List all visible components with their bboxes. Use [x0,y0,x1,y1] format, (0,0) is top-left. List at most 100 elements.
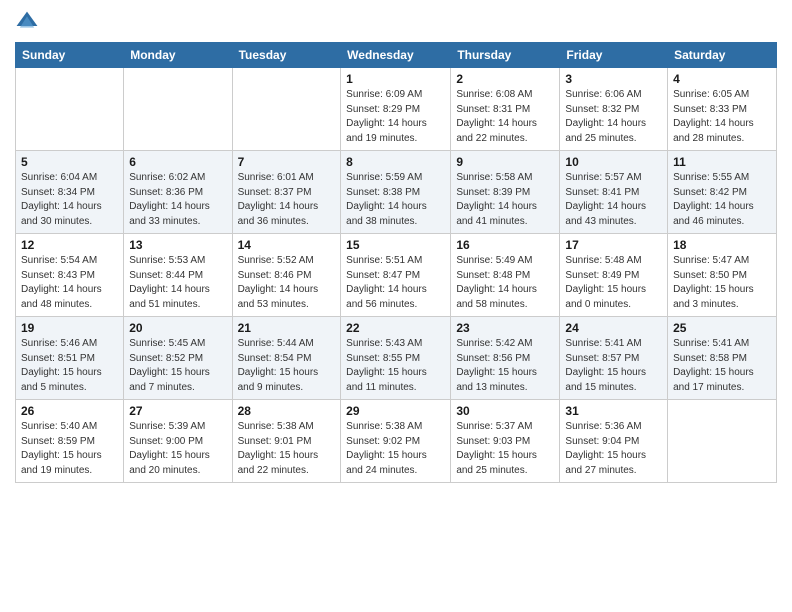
calendar-page: SundayMondayTuesdayWednesdayThursdayFrid… [0,0,792,612]
day-info: Sunrise: 5:38 AM Sunset: 9:01 PM Dayligh… [238,420,336,478]
day-number: 2 [456,72,554,86]
day-number: 26 [21,404,118,418]
day-number: 18 [673,238,771,252]
day-number: 8 [346,155,445,169]
calendar-week-4: 19Sunrise: 5:46 AM Sunset: 8:51 PM Dayli… [16,317,777,400]
day-info: Sunrise: 5:55 AM Sunset: 8:42 PM Dayligh… [673,171,771,229]
day-info: Sunrise: 5:38 AM Sunset: 9:02 PM Dayligh… [346,420,445,478]
calendar-cell: 6 Sunrise: 6:02 AM Sunset: 8:36 PM Daylig… [124,151,232,234]
calendar-cell: 13 Sunrise: 5:53 AM Sunset: 8:44 PM Dayli… [124,234,232,317]
day-info: Sunrise: 5:49 AM Sunset: 8:48 PM Dayligh… [456,254,554,312]
day-number: 9 [456,155,554,169]
calendar-table: SundayMondayTuesdayWednesdayThursdayFrid… [15,42,777,483]
day-number: 16 [456,238,554,252]
day-info: Sunrise: 5:47 AM Sunset: 8:50 PM Dayligh… [673,254,771,312]
day-info: Sunrise: 5:44 AM Sunset: 8:54 PM Dayligh… [238,337,336,395]
calendar-week-2: 5 Sunrise: 6:04 AM Sunset: 8:34 PM Daylig… [16,151,777,234]
day-info: Sunrise: 5:41 AM Sunset: 8:58 PM Dayligh… [673,337,771,395]
day-info: Sunrise: 5:40 AM Sunset: 8:59 PM Dayligh… [21,420,118,478]
day-number: 21 [238,321,336,335]
day-number: 5 [21,155,118,169]
calendar-cell: 7 Sunrise: 6:01 AM Sunset: 8:37 PM Daylig… [232,151,341,234]
calendar-cell: 18 Sunrise: 5:47 AM Sunset: 8:50 PM Dayli… [668,234,777,317]
calendar-cell [16,68,124,151]
day-info: Sunrise: 5:43 AM Sunset: 8:55 PM Dayligh… [346,337,445,395]
day-header-wednesday: Wednesday [341,43,451,68]
header [15,10,777,34]
calendar-cell: 26 Sunrise: 5:40 AM Sunset: 8:59 PM Dayli… [16,400,124,483]
calendar-cell: 3Sunrise: 6:06 AM Sunset: 8:32 PM Daylig… [560,68,668,151]
day-info: Sunrise: 6:01 AM Sunset: 8:37 PM Dayligh… [238,171,336,229]
day-number: 1 [346,72,445,86]
day-info: Sunrise: 5:42 AM Sunset: 8:56 PM Dayligh… [456,337,554,395]
day-info: Sunrise: 5:41 AM Sunset: 8:57 PM Dayligh… [565,337,662,395]
day-header-monday: Monday [124,43,232,68]
calendar-week-3: 12 Sunrise: 5:54 AM Sunset: 8:43 PM Dayli… [16,234,777,317]
calendar-cell: 21 Sunrise: 5:44 AM Sunset: 8:54 PM Dayli… [232,317,341,400]
day-number: 27 [129,404,226,418]
day-info: Sunrise: 5:58 AM Sunset: 8:39 PM Dayligh… [456,171,554,229]
day-info: Sunrise: 5:52 AM Sunset: 8:46 PM Dayligh… [238,254,336,312]
day-number: 13 [129,238,226,252]
calendar-cell: 11 Sunrise: 5:55 AM Sunset: 8:42 PM Dayli… [668,151,777,234]
day-number: 22 [346,321,445,335]
day-number: 6 [129,155,226,169]
day-info: Sunrise: 5:39 AM Sunset: 9:00 PM Dayligh… [129,420,226,478]
calendar-cell [668,400,777,483]
day-header-friday: Friday [560,43,668,68]
calendar-cell: 30 Sunrise: 5:37 AM Sunset: 9:03 PM Dayli… [451,400,560,483]
day-header-sunday: Sunday [16,43,124,68]
day-info: Sunrise: 5:48 AM Sunset: 8:49 PM Dayligh… [565,254,662,312]
calendar-cell: 22 Sunrise: 5:43 AM Sunset: 8:55 PM Dayli… [341,317,451,400]
day-info: Sunrise: 5:57 AM Sunset: 8:41 PM Dayligh… [565,171,662,229]
day-number: 23 [456,321,554,335]
calendar-cell: 9 Sunrise: 5:58 AM Sunset: 8:39 PM Daylig… [451,151,560,234]
day-info: Sunrise: 5:53 AM Sunset: 8:44 PM Dayligh… [129,254,226,312]
calendar-cell: 19Sunrise: 5:46 AM Sunset: 8:51 PM Dayli… [16,317,124,400]
calendar-cell: 31Sunrise: 5:36 AM Sunset: 9:04 PM Dayli… [560,400,668,483]
day-number: 19 [21,321,118,335]
day-number: 24 [565,321,662,335]
calendar-cell [124,68,232,151]
day-number: 17 [565,238,662,252]
calendar-cell: 16 Sunrise: 5:49 AM Sunset: 8:48 PM Dayli… [451,234,560,317]
day-info: Sunrise: 6:09 AM Sunset: 8:29 PM Dayligh… [346,88,445,146]
calendar-cell: 27 Sunrise: 5:39 AM Sunset: 9:00 PM Dayli… [124,400,232,483]
calendar-cell: 1 Sunrise: 6:09 AM Sunset: 8:29 PM Daylig… [341,68,451,151]
calendar-cell: 29Sunrise: 5:38 AM Sunset: 9:02 PM Dayli… [341,400,451,483]
calendar-cell: 2Sunrise: 6:08 AM Sunset: 8:31 PM Daylig… [451,68,560,151]
day-number: 3 [565,72,662,86]
calendar-cell: 25 Sunrise: 5:41 AM Sunset: 8:58 PM Dayli… [668,317,777,400]
day-number: 15 [346,238,445,252]
calendar-cell: 8 Sunrise: 5:59 AM Sunset: 8:38 PM Daylig… [341,151,451,234]
day-number: 12 [21,238,118,252]
day-info: Sunrise: 6:02 AM Sunset: 8:36 PM Dayligh… [129,171,226,229]
calendar-header-row: SundayMondayTuesdayWednesdayThursdayFrid… [16,43,777,68]
day-info: Sunrise: 5:37 AM Sunset: 9:03 PM Dayligh… [456,420,554,478]
day-number: 11 [673,155,771,169]
day-info: Sunrise: 5:59 AM Sunset: 8:38 PM Dayligh… [346,171,445,229]
calendar-cell: 28 Sunrise: 5:38 AM Sunset: 9:01 PM Dayli… [232,400,341,483]
day-number: 30 [456,404,554,418]
day-number: 31 [565,404,662,418]
calendar-cell: 15 Sunrise: 5:51 AM Sunset: 8:47 PM Dayli… [341,234,451,317]
day-number: 7 [238,155,336,169]
day-info: Sunrise: 5:51 AM Sunset: 8:47 PM Dayligh… [346,254,445,312]
logo-icon [15,10,39,34]
calendar-cell: 20 Sunrise: 5:45 AM Sunset: 8:52 PM Dayli… [124,317,232,400]
day-info: Sunrise: 6:04 AM Sunset: 8:34 PM Dayligh… [21,171,118,229]
day-number: 25 [673,321,771,335]
day-header-tuesday: Tuesday [232,43,341,68]
calendar-cell: 17 Sunrise: 5:48 AM Sunset: 8:49 PM Dayli… [560,234,668,317]
calendar-cell: 24 Sunrise: 5:41 AM Sunset: 8:57 PM Dayli… [560,317,668,400]
calendar-cell: 23 Sunrise: 5:42 AM Sunset: 8:56 PM Dayli… [451,317,560,400]
day-header-thursday: Thursday [451,43,560,68]
day-info: Sunrise: 5:54 AM Sunset: 8:43 PM Dayligh… [21,254,118,312]
day-number: 10 [565,155,662,169]
calendar-cell: 10 Sunrise: 5:57 AM Sunset: 8:41 PM Dayli… [560,151,668,234]
calendar-week-1: 1 Sunrise: 6:09 AM Sunset: 8:29 PM Daylig… [16,68,777,151]
day-header-saturday: Saturday [668,43,777,68]
day-info: Sunrise: 5:45 AM Sunset: 8:52 PM Dayligh… [129,337,226,395]
day-number: 20 [129,321,226,335]
day-number: 28 [238,404,336,418]
